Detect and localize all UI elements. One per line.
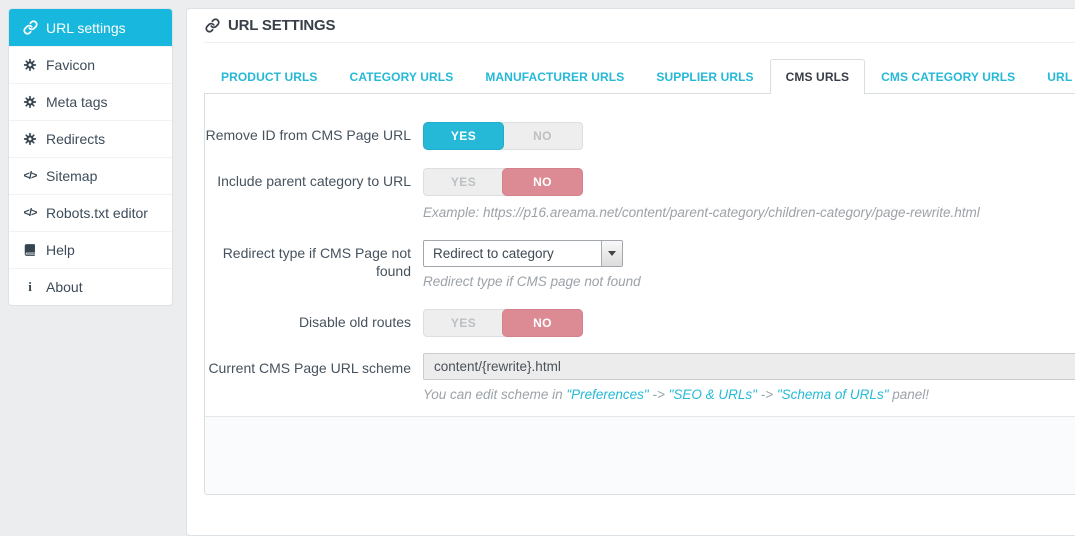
form-container: Remove ID from CMS Page URL YES NO Inclu… <box>204 93 1075 495</box>
scheme-help-text: You can edit scheme in "Preferences" -> … <box>423 387 1075 402</box>
include-parent-category-switch: YES NO <box>423 168 583 196</box>
example-url-text: Example: https://p16.areama.net/content/… <box>423 205 1075 220</box>
sidebar-item-label: Robots.txt editor <box>46 205 148 221</box>
disable-old-routes-switch-no[interactable]: NO <box>503 310 582 336</box>
disable-old-routes-switch-yes[interactable]: YES <box>424 310 503 336</box>
url-scheme-input[interactable] <box>423 353 1075 380</box>
disable-old-routes-switch: YES NO <box>423 309 583 337</box>
info-icon: i <box>22 279 38 295</box>
sidebar-item-label: Redirects <box>46 131 105 147</box>
sidebar-item-label: Meta tags <box>46 94 107 110</box>
sidebar: URL settings Favicon Meta tags Redirects… <box>8 8 173 306</box>
help-text-part: panel! <box>889 387 930 402</box>
form-row-redirect-type: Redirect type if CMS Page not found Redi… <box>205 240 1075 289</box>
help-text-part: -> <box>649 387 669 402</box>
tab-product-urls[interactable]: PRODUCT URLS <box>205 59 334 94</box>
include-parent-category-switch-yes[interactable]: YES <box>424 169 503 195</box>
tab-manufacturer-urls[interactable]: MANUFACTURER URLS <box>469 59 640 94</box>
remove-id-switch: YES NO <box>423 122 583 150</box>
sidebar-item-favicon[interactable]: Favicon <box>9 46 172 83</box>
sidebar-item-help[interactable]: Help <box>9 231 172 268</box>
gear-icon <box>22 132 38 146</box>
schema-of-urls-link[interactable]: "Schema of URLs" <box>777 387 889 402</box>
code-icon: </> <box>22 170 38 182</box>
main-panel: URL SETTINGS PRODUCT URLS CATEGORY URLS … <box>186 8 1075 536</box>
form-row-disable-old-routes: Disable old routes YES NO <box>205 309 1075 337</box>
redirect-type-select[interactable]: Redirect to category <box>423 240 623 267</box>
link-icon <box>204 18 220 33</box>
form-footer: Save <box>205 416 1075 494</box>
form-row-remove-id: Remove ID from CMS Page URL YES NO <box>205 122 1075 150</box>
help-text-part: -> <box>757 387 777 402</box>
sidebar-item-label: Help <box>46 242 75 258</box>
seo-urls-link[interactable]: "SEO & URLs" <box>669 387 757 402</box>
chevron-down-icon[interactable] <box>601 241 622 266</box>
sidebar-item-label: Sitemap <box>46 168 97 184</box>
sidebar-item-label: About <box>46 279 83 295</box>
sidebar-item-label: Favicon <box>46 57 95 73</box>
code-icon: </> <box>22 207 38 219</box>
field-label: Remove ID from CMS Page URL <box>205 122 423 150</box>
field-label: Redirect type if CMS Page not found <box>205 240 423 289</box>
gear-icon <box>22 95 38 109</box>
select-value: Redirect to category <box>424 241 601 266</box>
remove-id-switch-yes[interactable]: YES <box>424 123 503 149</box>
form-row-include-parent-category: Include parent category to URL YES NO Ex… <box>205 168 1075 220</box>
field-label: Current CMS Page URL scheme <box>205 353 423 402</box>
tab-cms-category-urls[interactable]: CMS CATEGORY URLS <box>865 59 1031 94</box>
tab-url-duplication[interactable]: URL DUPLICATION <box>1031 59 1075 94</box>
tab-category-urls[interactable]: CATEGORY URLS <box>334 59 470 94</box>
field-label: Include parent category to URL <box>205 168 423 220</box>
tab-supplier-urls[interactable]: SUPPLIER URLS <box>640 59 769 94</box>
sidebar-item-meta-tags[interactable]: Meta tags <box>9 83 172 120</box>
field-label: Disable old routes <box>205 309 423 337</box>
help-text: Redirect type if CMS page not found <box>423 274 1075 289</box>
remove-id-switch-no[interactable]: NO <box>503 123 582 149</box>
tab-bar: PRODUCT URLS CATEGORY URLS MANUFACTURER … <box>204 59 1075 94</box>
include-parent-category-switch-no[interactable]: NO <box>503 169 582 195</box>
help-text-part: You can edit scheme in <box>423 387 566 402</box>
sidebar-item-sitemap[interactable]: </> Sitemap <box>9 157 172 194</box>
panel-header: URL SETTINGS <box>204 9 1075 43</box>
sidebar-item-about[interactable]: i About <box>9 268 172 305</box>
form-row-url-scheme: Current CMS Page URL scheme You can edit… <box>205 353 1075 402</box>
book-icon <box>22 243 38 257</box>
sidebar-item-robots-txt-editor[interactable]: </> Robots.txt editor <box>9 194 172 231</box>
sidebar-item-url-settings[interactable]: URL settings <box>9 9 172 46</box>
page-title: URL SETTINGS <box>228 17 335 34</box>
form-body: Remove ID from CMS Page URL YES NO Inclu… <box>205 94 1075 416</box>
sidebar-item-label: URL settings <box>46 20 126 36</box>
tab-cms-urls[interactable]: CMS URLS <box>770 59 865 94</box>
page: URL settings Favicon Meta tags Redirects… <box>0 0 1075 523</box>
link-icon <box>22 20 38 35</box>
preferences-link[interactable]: "Preferences" <box>566 387 648 402</box>
gear-icon <box>22 58 38 72</box>
sidebar-item-redirects[interactable]: Redirects <box>9 120 172 157</box>
